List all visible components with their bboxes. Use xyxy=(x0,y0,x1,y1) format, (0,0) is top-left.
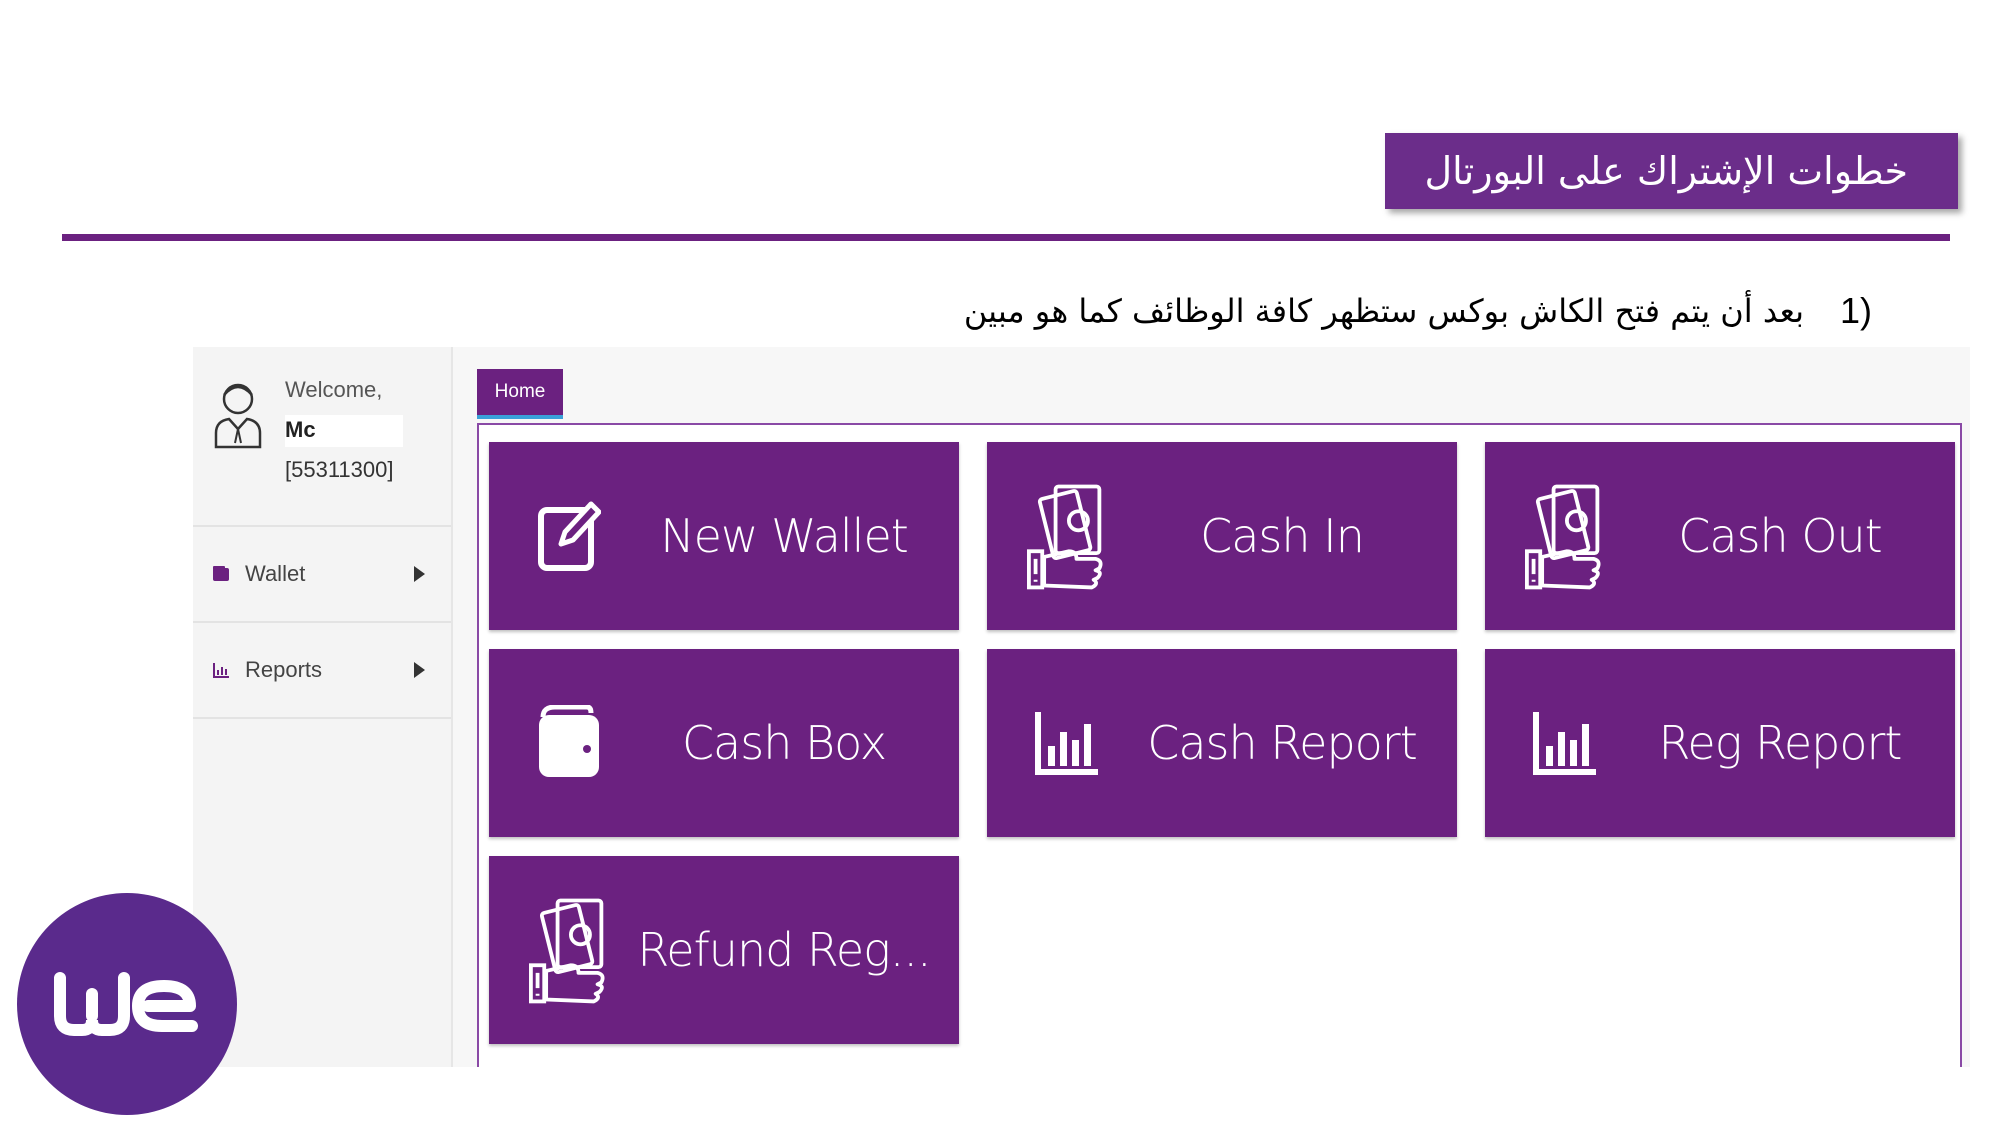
sidebar: Welcome, Mc [55311300] Wallet Reports xyxy=(193,347,453,1067)
tile-label: Cash Out xyxy=(1678,509,1882,563)
step-number: 1) xyxy=(1839,290,1872,331)
tile-new-wallet[interactable]: New Wallet xyxy=(489,442,959,630)
tile-label: Reg Report xyxy=(1658,716,1903,770)
sidebar-item-wallet[interactable]: Wallet xyxy=(193,527,451,623)
bar-chart-icon xyxy=(1027,688,1107,798)
edit-icon xyxy=(529,481,609,591)
tile-label: Cash In xyxy=(1200,509,1365,563)
tile-cash-report[interactable]: Cash Report xyxy=(987,649,1457,837)
cash-hand-icon xyxy=(1525,481,1605,591)
step-instruction: 1) بعد أن يتم فتح الكاش بوكس ستظهر كافة … xyxy=(964,290,1872,332)
expand-arrow-icon[interactable] xyxy=(414,662,425,678)
user-avatar-icon xyxy=(214,383,262,449)
tile-label: Refund Reg... xyxy=(637,923,931,977)
chart-icon xyxy=(211,660,231,680)
sidebar-item-label: Wallet xyxy=(245,561,306,586)
wallet-icon xyxy=(211,564,231,584)
tile-cash-box[interactable]: Cash Box xyxy=(489,649,959,837)
tile-reg-report[interactable]: Reg Report xyxy=(1485,649,1955,837)
tile-label: Cash Report xyxy=(1147,716,1418,770)
wallet-icon xyxy=(529,688,609,798)
username: Mc xyxy=(285,417,316,442)
tile-panel: New Wallet Cash In Cash Out Cash Box Cas… xyxy=(477,423,1962,1067)
main-area: Home New Wallet Cash In Cash Out Cash Bo… xyxy=(477,347,1970,1067)
step-text: بعد أن يتم فتح الكاش بوكس ستظهر كافة الو… xyxy=(963,292,1804,330)
slide: خطوات الإشتراك على البورتال 1) بعد أن يت… xyxy=(0,0,2000,1125)
cash-hand-icon xyxy=(529,895,609,1005)
user-id: [55311300] xyxy=(285,457,394,482)
tile-label: Cash Box xyxy=(681,716,887,770)
portal-screenshot: Welcome, Mc [55311300] Wallet Reports Ho… xyxy=(193,347,1970,1067)
user-profile: Welcome, Mc [55311300] xyxy=(193,347,451,527)
bar-chart-icon xyxy=(1525,688,1605,798)
sidebar-item-label: Reports xyxy=(245,657,323,682)
we-logo-mark xyxy=(54,972,198,1036)
welcome-text: Welcome, xyxy=(285,377,383,402)
tile-cash-in[interactable]: Cash In xyxy=(987,442,1457,630)
expand-arrow-icon[interactable] xyxy=(414,566,425,582)
tile-refund-reg[interactable]: Refund Reg... xyxy=(489,856,959,1044)
sidebar-item-reports[interactable]: Reports xyxy=(193,623,451,719)
we-logo xyxy=(17,893,237,1115)
tile-label: New Wallet xyxy=(660,509,909,563)
cash-hand-icon xyxy=(1027,481,1107,591)
title-divider xyxy=(62,234,1950,241)
tile-cash-out[interactable]: Cash Out xyxy=(1485,442,1955,630)
slide-title: خطوات الإشتراك على البورتال xyxy=(1385,133,1958,209)
tab-home[interactable]: Home xyxy=(477,369,563,419)
